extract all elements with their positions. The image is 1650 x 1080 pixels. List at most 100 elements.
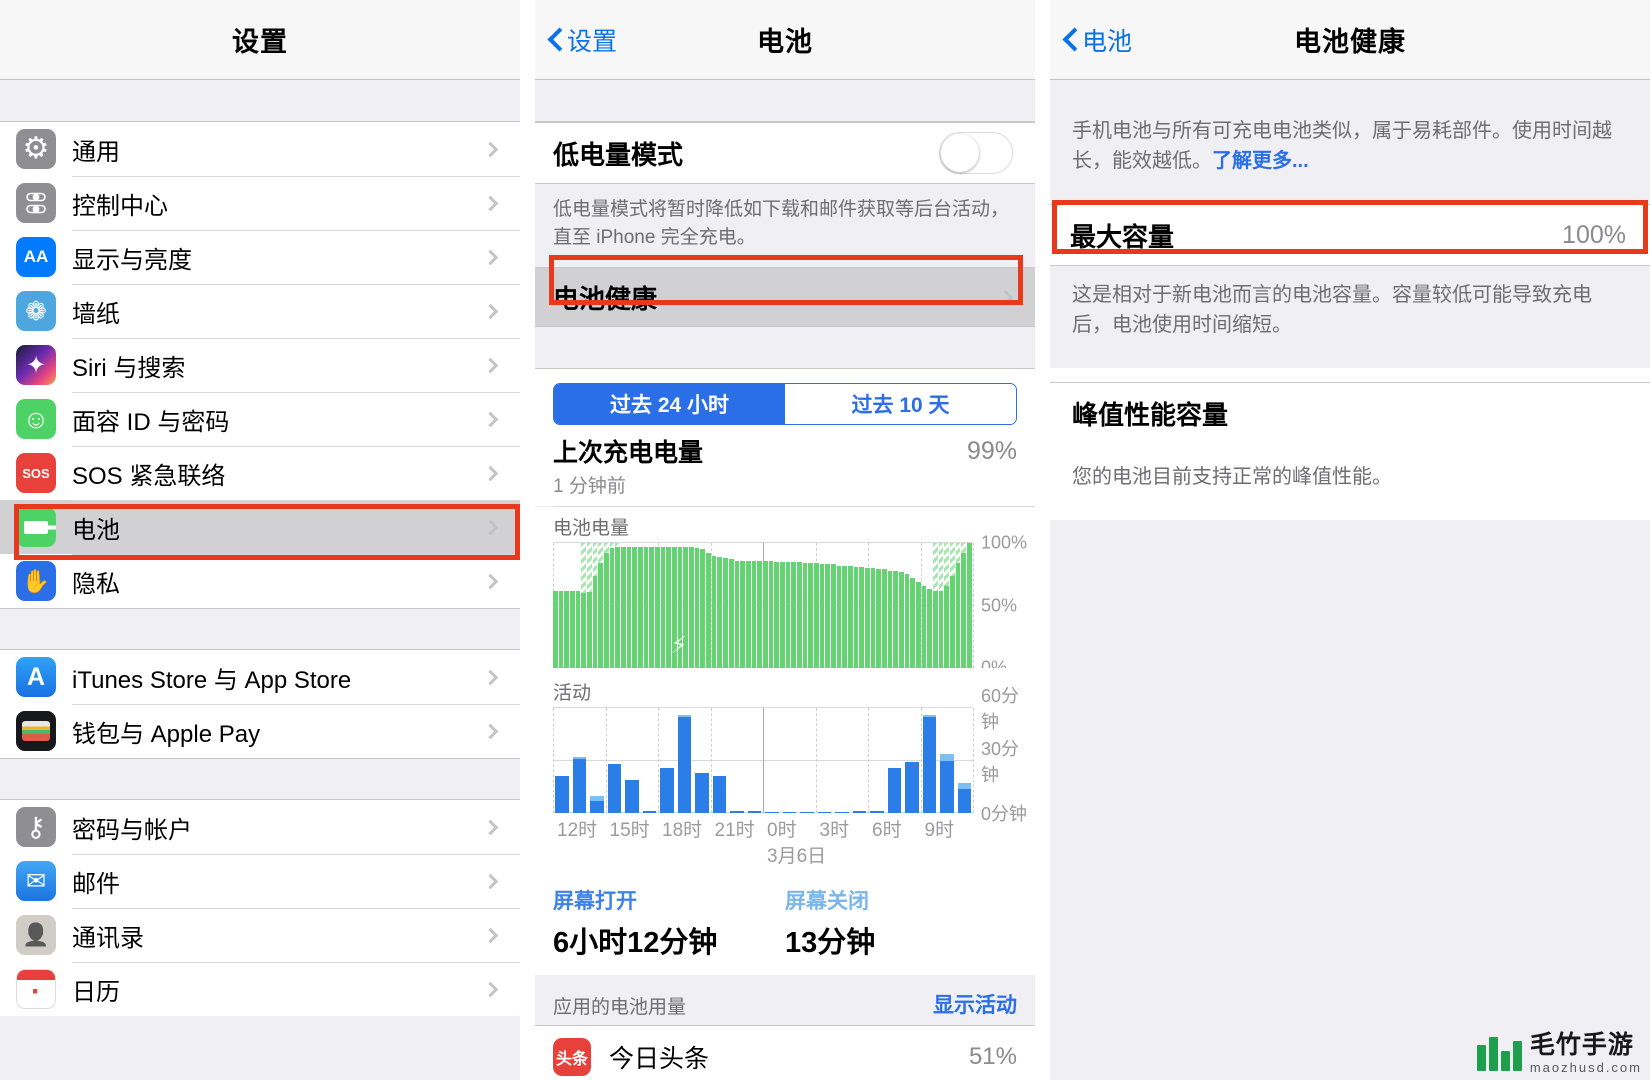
battery-level-bar <box>853 566 859 669</box>
battery-level-bars <box>553 543 973 669</box>
screen-off-label: 屏幕关闭 <box>785 890 869 914</box>
watermark: 毛竹手游 maozhusd.com <box>1476 1033 1642 1075</box>
sidebar-item-label: Siri 与搜索 <box>72 354 186 382</box>
learn-more-link[interactable]: 了解更多... <box>1212 150 1309 172</box>
sidebar-item-calendar[interactable]: 日历 <box>0 962 520 1016</box>
back-to-battery-button[interactable]: 电池 <box>1064 22 1132 58</box>
battery-level-bar <box>575 590 581 669</box>
settings-group-2: iTunes Store 与 App Store 钱包与 Apple Pay <box>0 650 520 758</box>
last-charge-title: 上次充电电量 <box>553 439 704 468</box>
charging-hatch <box>581 543 587 669</box>
charging-hatch <box>933 543 938 669</box>
sidebar-item-label: 通用 <box>72 138 120 166</box>
sidebar-item-mail[interactable]: 邮件 <box>0 854 520 908</box>
battery-health-panel: 电池 电池健康 手机电池与所有可充电电池类似，属于易耗部件。使用时间越长，能效越… <box>1050 0 1650 1080</box>
chevron-right-icon <box>482 669 499 685</box>
peak-performance-note: 您的电池目前支持正常的峰值性能。 <box>1072 466 1392 488</box>
sidebar-item-battery[interactable]: 电池 <box>0 500 520 554</box>
battery-level-chart: 电池电量 ⚡ 0%50%100% <box>535 507 1035 678</box>
sidebar-item-passwords-accounts[interactable]: 密码与帐户 <box>0 800 520 854</box>
low-power-mode-row[interactable]: 低电量模式 <box>535 122 1035 184</box>
watermark-en: maozhusd.com <box>1529 1060 1642 1075</box>
sidebar-item-face-id[interactable]: 面容 ID 与密码 <box>0 392 520 446</box>
sidebar-item-control-center[interactable]: 控制中心 <box>0 176 520 230</box>
peak-performance-section: 峰值性能容量 您的电池目前支持正常的峰值性能。 <box>1050 368 1650 520</box>
sidebar-item-label: 面容 ID 与密码 <box>72 408 230 436</box>
contacts-icon <box>16 915 56 955</box>
sidebar-item-contacts[interactable]: 通讯录 <box>0 908 520 962</box>
siri-icon <box>16 345 56 385</box>
max-capacity-note: 这是相对于新电池而言的电池容量。容量较低可能导致充电后，电池使用时间缩短。 <box>1072 284 1592 336</box>
sidebar-item-label: 电池 <box>72 516 120 544</box>
screen-off-segment <box>677 715 691 717</box>
chevron-right-icon <box>482 723 499 739</box>
wallet-icon <box>16 711 56 751</box>
screen-off-stat: 屏幕关闭 13分钟 <box>785 885 1017 961</box>
battery-level-bar <box>819 564 825 669</box>
battery-level-bar <box>621 546 626 669</box>
screen-off-segment <box>922 715 936 717</box>
mail-icon <box>16 861 56 901</box>
chevron-left-icon <box>1064 28 1078 52</box>
back-to-settings-button[interactable]: 设置 <box>549 22 617 58</box>
tab-last-10-days[interactable]: 过去 10 天 <box>785 384 1016 425</box>
charging-hatch <box>604 543 609 669</box>
chevron-right-icon <box>482 927 499 943</box>
battery-level-bar <box>564 590 570 669</box>
sidebar-item-label: 墙纸 <box>72 300 120 328</box>
page-title: 设置 <box>232 27 288 57</box>
charging-hatch <box>955 543 961 669</box>
x-tick-label: 12时 <box>557 820 598 842</box>
sidebar-item-display-brightness[interactable]: AA 显示与亮度 <box>0 230 520 284</box>
charging-bolt-icon: ⚡ <box>670 632 688 660</box>
battery-level-bar <box>898 571 904 669</box>
activity-bar <box>660 767 674 814</box>
peak-performance-label: 峰值性能容量 <box>1072 400 1229 430</box>
app-battery-percent: 51% <box>968 1042 1017 1070</box>
battery-level-bar <box>796 561 802 669</box>
toutiao-icon: 头条 <box>553 1037 591 1076</box>
battery-level-bar <box>864 568 870 669</box>
charging-hatch <box>938 543 944 669</box>
tab-last-24-hours[interactable]: 过去 24 小时 <box>554 384 785 425</box>
battery-level-bar <box>638 546 643 669</box>
battery-content: 低电量模式 低电量模式将暂时降低如下载和邮件获取等后台活动，直至 iPhone … <box>535 80 1035 1080</box>
battery-level-bar <box>706 553 711 669</box>
sidebar-item-siri-search[interactable]: Siri 与搜索 <box>0 338 520 392</box>
sidebar-item-sos[interactable]: SOS SOS 紧急联络 <box>0 446 520 500</box>
battery-level-plot: ⚡ <box>553 542 974 669</box>
show-activity-link[interactable]: 显示活动 <box>933 989 1017 1019</box>
sidebar-item-privacy[interactable]: 隐私 <box>0 554 520 608</box>
sidebar-item-general[interactable]: 通用 <box>0 122 520 176</box>
chevron-right-icon <box>997 289 1014 305</box>
low-power-mode-toggle[interactable] <box>939 132 1013 174</box>
sidebar-item-label: 日历 <box>72 978 120 1006</box>
sidebar-item-wallpaper[interactable]: 墙纸 <box>0 284 520 338</box>
control-center-icon <box>16 183 56 223</box>
app-name: 今日头条 <box>609 1044 710 1073</box>
activity-x-axis: 12时 15时 18时 21时 0时 3时 6时 9时 3月6日 <box>553 815 973 873</box>
privacy-hand-icon <box>16 561 56 601</box>
panel-divider <box>1035 0 1050 1080</box>
chevron-right-icon <box>482 873 499 889</box>
last-charge-row: 上次充电电量 1 分钟前 99% <box>535 425 1035 507</box>
last-charge-value: 99% <box>966 437 1017 466</box>
battery-level-bar <box>910 578 915 669</box>
battery-level-bar <box>689 546 694 669</box>
sidebar-item-wallet-apple-pay[interactable]: 钱包与 Apple Pay <box>0 704 520 758</box>
app-usage-row[interactable]: 头条 今日头条 51% <box>535 1025 1035 1080</box>
activity-bar <box>590 795 604 814</box>
activity-bars <box>553 708 973 814</box>
sidebar-item-itunes-app-store[interactable]: iTunes Store 与 App Store <box>0 650 520 704</box>
battery-level-bar <box>700 549 706 669</box>
battery-level-bar <box>711 555 717 669</box>
sidebar-item-label: 控制中心 <box>72 192 168 220</box>
x-tick-label: 18时 <box>662 820 703 842</box>
settings-group-1: 通用 控制中心 AA 显示与亮度 墙纸 S <box>0 122 520 608</box>
battery-health-row[interactable]: 电池健康 <box>535 267 1035 328</box>
bamboo-logo-icon <box>1476 1036 1522 1071</box>
group-spacer <box>0 608 520 650</box>
time-range-segmented-control[interactable]: 过去 24 小时 过去 10 天 <box>553 383 1017 426</box>
sidebar-item-label: 隐私 <box>72 570 120 598</box>
charging-hatch <box>592 543 598 669</box>
